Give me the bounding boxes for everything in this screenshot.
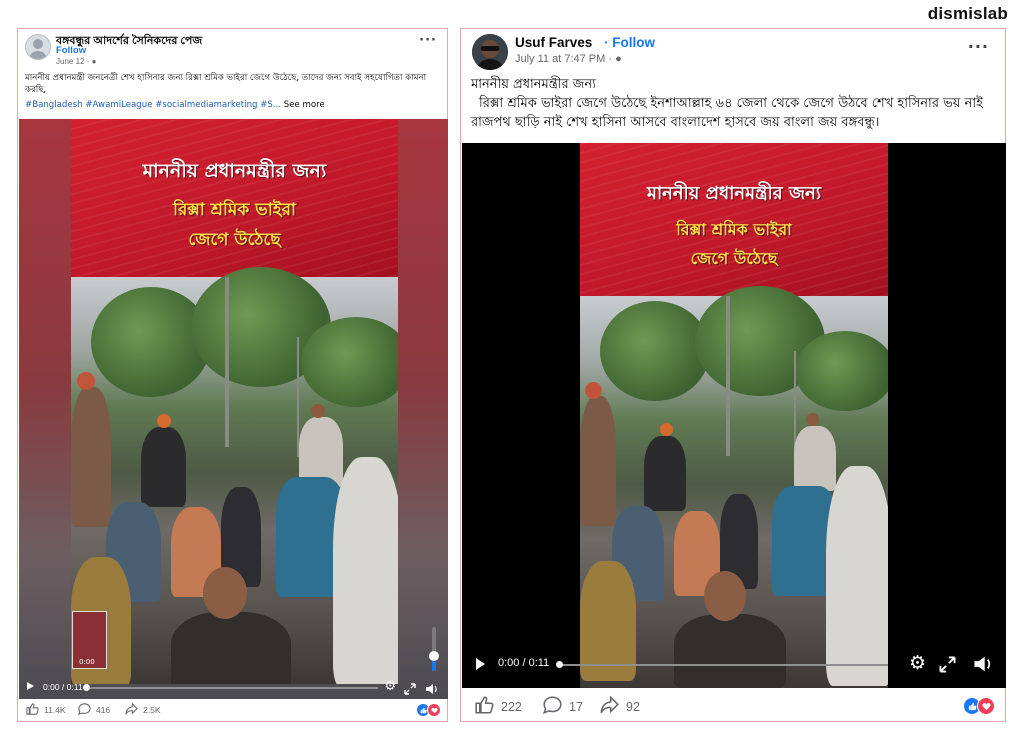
video-frame[interactable]: মাননীয় প্রধানমন্ত্রীর জন্য রিক্সা শ্রমি… [580, 143, 888, 688]
post-date-text: June 12 [56, 57, 85, 66]
expand-icon[interactable] [404, 680, 416, 699]
speaker-icon[interactable] [973, 655, 992, 677]
banner-line-2: রিক্সা শ্রমিক ভাইরা [173, 200, 296, 220]
video-banner: মাননীয় প্রধানমন্ত্রীর জন্য রিক্সা শ্রমি… [71, 119, 398, 278]
video-thumbnail-preview[interactable]: 0:00 [72, 611, 107, 669]
like-count: 222 [501, 699, 522, 714]
like-count: 11.4K [44, 705, 66, 715]
volume-knob[interactable] [429, 650, 439, 661]
post-date[interactable]: June 12 · ● [56, 57, 96, 66]
like-action[interactable]: 11.4K [26, 703, 66, 717]
banner-line-3: জেগে উঠেছে [690, 249, 778, 268]
post-caption: মাননীয় প্রধানমন্ত্রীর জন্য রিক্সা শ্রমি… [471, 75, 999, 132]
share-icon [125, 702, 138, 717]
thumbs-up-icon [26, 703, 39, 717]
video-frame[interactable]: মাননীয় প্রধানমন্ত্রীর জন্য রিক্সা শ্রমি… [71, 119, 398, 684]
profile-name[interactable]: Usuf Farves [515, 35, 592, 50]
banner-line-2: রিক্সা শ্রমিক ভাইরা [676, 220, 792, 239]
gear-icon[interactable]: ⚙ [384, 679, 396, 694]
expand-icon[interactable] [939, 656, 956, 677]
comment-action[interactable]: 17 [542, 696, 583, 717]
banner-title: মাননীয় প্রধানমন্ত্রীর জন্য [142, 160, 327, 182]
follow-button[interactable]: Follow [56, 45, 86, 56]
love-reaction-icon [427, 703, 441, 717]
video-banner: মাননীয় প্রধানমন্ত্রীর জন্য রিক্সা শ্রমি… [580, 143, 888, 296]
reaction-icons[interactable] [416, 703, 441, 717]
facebook-post-1: বঙ্গবন্ধুর আদর্শের সৈনিকদের পেজ Follow J… [17, 28, 448, 722]
comment-count: 416 [96, 705, 111, 715]
video-player[interactable]: মাননীয় প্রধানমন্ত্রীর জন্য রিক্সা শ্রমি… [19, 119, 448, 699]
comment-action[interactable]: 416 [78, 703, 110, 717]
hashtag-text[interactable]: #Bangladesh #AwamiLeague #socialmediamar… [25, 100, 281, 110]
video-time: 0:00 / 0:11 [498, 657, 550, 669]
gear-icon[interactable]: ⚙ [909, 652, 926, 674]
share-count: 2.5K [143, 705, 161, 715]
profile-avatar[interactable] [472, 34, 508, 70]
share-action[interactable]: 2.5K [125, 702, 161, 717]
hashtags[interactable]: #Bangladesh #AwamiLeague #socialmediamar… [25, 100, 325, 110]
reaction-icons[interactable] [963, 697, 995, 715]
like-action[interactable]: 222 [475, 696, 522, 717]
brand-logo: dismislab [927, 4, 1008, 23]
video-controls: 0:00 / 0:11 ⚙ [462, 650, 1006, 680]
post-caption: মাননীয় প্রধানমন্ত্রী জননেত্রী শেখ হাসিন… [25, 73, 427, 95]
play-icon[interactable] [27, 682, 34, 690]
video-scene [71, 267, 398, 684]
progress-knob[interactable] [556, 661, 563, 668]
more-options-icon[interactable]: ··· [968, 37, 989, 56]
video-time: 0:00 / 0:11 [43, 682, 83, 692]
caption-line-1: মাননীয় প্রধানমন্ত্রীর জন্য [471, 77, 596, 92]
post-date[interactable]: July 11 at 7:47 PM · ● [515, 53, 622, 65]
comment-icon [78, 703, 91, 717]
love-reaction-icon [977, 697, 995, 715]
post-actions: 11.4K 416 2.5K [18, 699, 447, 721]
video-progress-bar[interactable] [556, 661, 888, 668]
share-count: 92 [626, 699, 640, 714]
thumbnail-time: 0:00 [79, 658, 95, 666]
video-player[interactable]: মাননীয় প্রধানমন্ত্রীর জন্য রিক্সা শ্রমি… [462, 143, 1006, 688]
video-controls: 0:00 / 0:11 ⚙ [19, 677, 448, 699]
comment-icon [542, 696, 562, 717]
globe-icon: · ● [86, 57, 97, 66]
follow-button[interactable]: · Follow [604, 35, 655, 50]
see-more-link[interactable]: See more [284, 100, 325, 110]
comment-count: 17 [569, 699, 583, 714]
share-action[interactable]: 92 [600, 695, 640, 717]
thumbs-up-icon [475, 696, 494, 717]
volume-slider[interactable] [429, 627, 439, 671]
banner-title: মাননীয় প্রধানমন্ত্রীর জন্য [646, 183, 822, 204]
post-actions: 222 17 92 [461, 691, 1005, 721]
play-icon[interactable] [476, 658, 485, 670]
follow-label: Follow [612, 35, 655, 50]
post-date-text: July 11 at 7:47 PM [515, 53, 606, 65]
video-progress-bar[interactable] [83, 684, 378, 691]
facebook-post-2: Usuf Farves · Follow July 11 at 7:47 PM … [460, 28, 1006, 722]
caption-line-2: রিক্সা শ্রমিক ভাইরা জেগে উঠেছে ইনশাআল্লা… [471, 96, 983, 130]
speaker-icon[interactable] [425, 680, 438, 699]
video-scene [580, 285, 888, 688]
share-icon [600, 695, 619, 717]
globe-icon: · ● [608, 53, 622, 65]
banner-line-3: জেগে উঠেছে [188, 230, 281, 250]
more-options-icon[interactable]: ··· [419, 33, 437, 48]
page-avatar[interactable] [25, 34, 51, 60]
progress-knob[interactable] [83, 684, 90, 691]
